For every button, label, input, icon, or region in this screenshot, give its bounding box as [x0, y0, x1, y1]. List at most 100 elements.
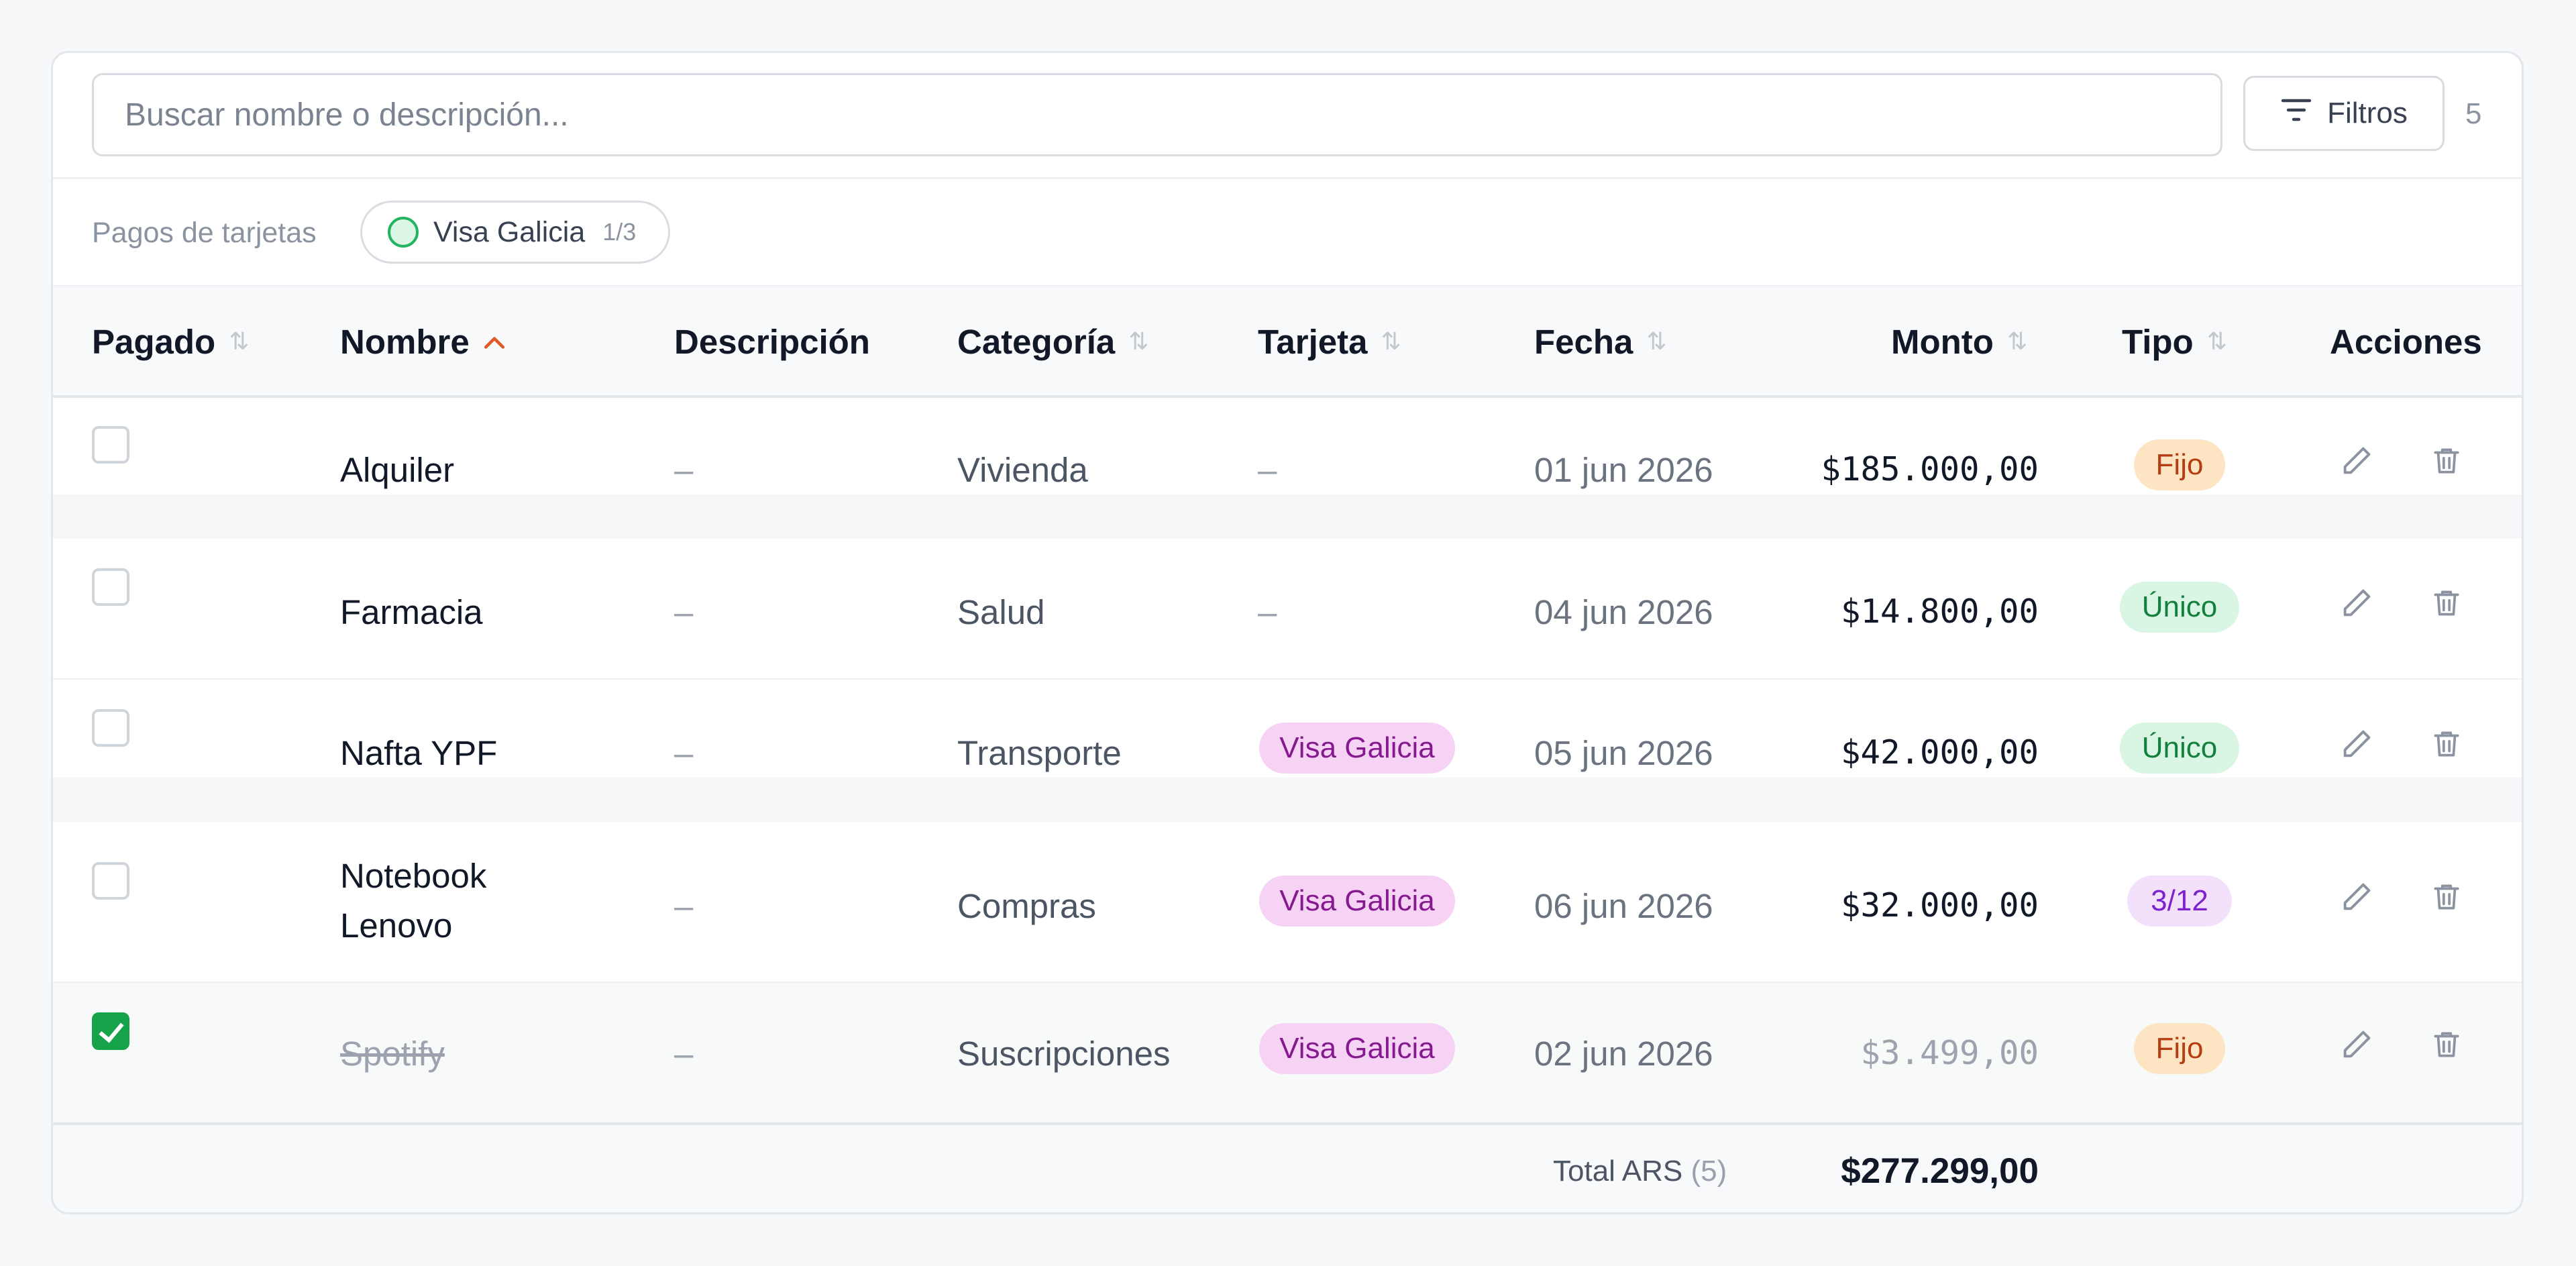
paid-checkbox[interactable]	[92, 862, 129, 900]
card-chip-visa-galicia[interactable]: Visa Galicia 1/3	[360, 201, 670, 264]
row-description: –	[674, 593, 694, 631]
row-name: Nafta YPF	[340, 734, 498, 772]
installment-badge: 3/12	[2127, 876, 2232, 927]
row-separator	[53, 778, 2522, 822]
column-amount[interactable]: Monto ⇅	[1891, 286, 2027, 397]
row-name: Notebook Lenovo	[340, 857, 487, 945]
row-category: Vivienda	[957, 451, 1088, 489]
paid-checkbox[interactable]	[92, 709, 129, 747]
filters-button[interactable]: Filtros	[2243, 76, 2445, 151]
chip-label: Visa Galicia	[433, 215, 586, 248]
column-type[interactable]: Tipo ⇅	[2122, 286, 2227, 397]
card-badge: Visa Galicia	[1259, 723, 1455, 774]
sort-asc-icon	[483, 327, 506, 357]
table-row: Alquiler – Vivienda – 01 jun 2026 $185.0…	[53, 398, 2522, 544]
chip-status-icon	[388, 217, 419, 248]
table-row: Notebook Lenovo – Compras Visa Galicia 0…	[53, 822, 2522, 983]
column-actions-label: Acciones	[2330, 322, 2482, 361]
column-description-label: Descripción	[674, 322, 870, 361]
paid-checkbox[interactable]	[92, 426, 129, 464]
expenses-table-card: Filtros 5 Pagos de tarjetas Visa Galicia…	[51, 51, 2524, 1214]
row-name: Spotify	[340, 1035, 445, 1073]
table-header: Pagado ⇅ Nombre Descripción Categoría ⇅ …	[53, 285, 2522, 398]
row-description: –	[674, 1035, 694, 1073]
sort-icon: ⇅	[1381, 327, 1401, 355]
card-badge: Visa Galicia	[1259, 1023, 1455, 1074]
sort-icon: ⇅	[1128, 327, 1149, 355]
column-category-label: Categoría	[957, 322, 1116, 361]
sort-icon: ⇅	[2206, 327, 2227, 355]
type-badge: Fijo	[2134, 1023, 2225, 1074]
column-description: Descripción	[674, 286, 870, 397]
sort-icon: ⇅	[2006, 327, 2028, 355]
row-description: –	[674, 734, 694, 772]
row-date: 02 jun 2026	[1534, 1035, 1713, 1073]
column-actions: Acciones	[2330, 286, 2482, 397]
column-card[interactable]: Tarjeta ⇅	[1258, 286, 1401, 397]
edit-icon[interactable]	[2335, 723, 2378, 766]
column-date[interactable]: Fecha ⇅	[1534, 286, 1667, 397]
column-amount-label: Monto	[1891, 322, 1994, 361]
row-name: Alquiler	[340, 451, 455, 489]
table-row: Spotify – Suscripciones Visa Galicia 02 …	[53, 983, 2522, 1122]
edit-icon[interactable]	[2335, 582, 2378, 625]
card-payments-label: Pagos de tarjetas	[92, 217, 317, 249]
toolbar: Filtros 5	[53, 53, 2522, 179]
row-category: Compras	[957, 887, 1096, 925]
row-amount: $32.000,00	[1840, 886, 2039, 925]
column-paid[interactable]: Pagado ⇅	[92, 286, 249, 397]
total-amount: $277.299,00	[1841, 1151, 2039, 1191]
table-row: Farmacia – Salud – 04 jun 2026 $14.800,0…	[53, 540, 2522, 680]
total-count: (5)	[1690, 1155, 1727, 1188]
type-badge: Único	[2120, 723, 2239, 774]
table-footer: Total ARS (5) $277.299,00	[53, 1122, 2522, 1212]
card-payments-filter: Pagos de tarjetas Visa Galicia 1/3	[53, 179, 2522, 285]
column-type-label: Tipo	[2122, 322, 2194, 361]
row-card: –	[1258, 593, 1277, 631]
column-card-label: Tarjeta	[1258, 322, 1368, 361]
row-category: Transporte	[957, 734, 1122, 772]
delete-icon[interactable]	[2425, 876, 2468, 918]
row-date: 04 jun 2026	[1534, 593, 1713, 631]
sort-icon: ⇅	[1646, 327, 1667, 355]
row-separator	[53, 494, 2522, 539]
row-date: 05 jun 2026	[1534, 734, 1713, 772]
chip-count: 1/3	[602, 218, 637, 246]
filters-label: Filtros	[2327, 97, 2408, 129]
column-name[interactable]: Nombre	[340, 286, 506, 397]
card-badge: Visa Galicia	[1259, 876, 1455, 927]
total-label-group: Total ARS (5)	[1553, 1155, 1727, 1188]
edit-icon[interactable]	[2335, 876, 2378, 918]
row-amount: $14.800,00	[1840, 592, 2039, 631]
edit-icon[interactable]	[2335, 439, 2378, 482]
column-date-label: Fecha	[1534, 322, 1633, 361]
total-label: Total ARS	[1553, 1155, 1683, 1188]
paid-checkbox-checked[interactable]	[92, 1012, 129, 1050]
row-date: 06 jun 2026	[1534, 887, 1713, 925]
row-name: Farmacia	[340, 593, 483, 631]
row-description: –	[674, 887, 694, 925]
type-badge: Fijo	[2134, 439, 2225, 490]
paid-checkbox[interactable]	[92, 568, 129, 606]
delete-icon[interactable]	[2425, 582, 2468, 625]
type-badge: Único	[2120, 582, 2239, 633]
search-input[interactable]	[92, 73, 2222, 156]
row-amount: $3.499,00	[1860, 1034, 2039, 1072]
result-count: 5	[2465, 97, 2482, 130]
row-amount: $42.000,00	[1840, 733, 2039, 772]
delete-icon[interactable]	[2425, 723, 2468, 766]
edit-icon[interactable]	[2335, 1023, 2378, 1066]
row-amount: $185.000,00	[1821, 450, 2039, 488]
filter-icon	[2280, 97, 2312, 131]
column-paid-label: Pagado	[92, 322, 216, 361]
row-category: Salud	[957, 593, 1045, 631]
column-category[interactable]: Categoría ⇅	[957, 286, 1148, 397]
row-description: –	[674, 451, 694, 489]
row-category: Suscripciones	[957, 1035, 1171, 1073]
row-card: –	[1258, 451, 1277, 489]
delete-icon[interactable]	[2425, 439, 2468, 482]
row-date: 01 jun 2026	[1534, 451, 1713, 489]
delete-icon[interactable]	[2425, 1023, 2468, 1066]
column-name-label: Nombre	[340, 322, 470, 361]
sort-icon: ⇅	[229, 327, 250, 355]
